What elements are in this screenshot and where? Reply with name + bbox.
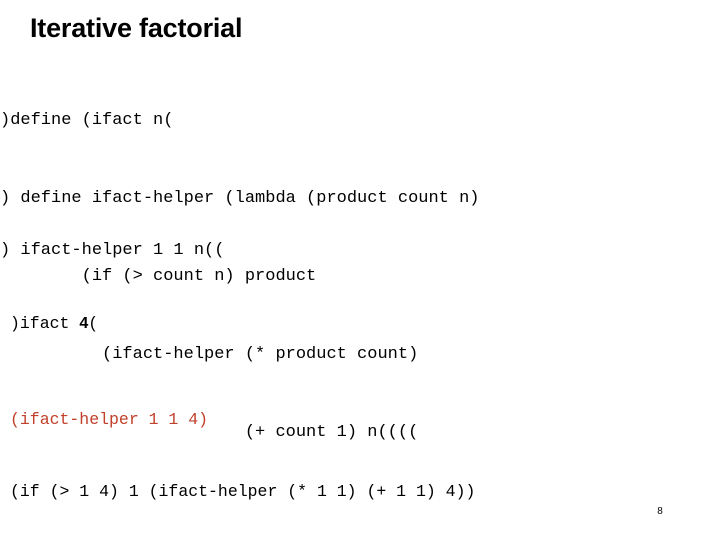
page-number: 8 bbox=[657, 506, 663, 517]
trace-line: (if (> 1 4) 1 (ifact-helper (* 1 1) (+ 1… bbox=[10, 482, 476, 501]
page-title: Iterative factorial bbox=[30, 13, 243, 43]
slide: Iterative factorial )define (ifact n( ) … bbox=[0, 0, 720, 540]
trace-header-number: 4 bbox=[79, 315, 89, 332]
trace-header-prefix: )ifact bbox=[10, 314, 80, 333]
code-line: )define (ifact n( bbox=[0, 111, 174, 130]
trace-header-suffix: ( bbox=[88, 314, 99, 333]
trace-line: (ifact-helper 1 1 4) bbox=[10, 410, 209, 429]
evaluation-trace: )ifact 4( (ifact-helper 1 1 4) (if (> 1 … bbox=[10, 240, 710, 540]
trace-header-line: )ifact 4( bbox=[10, 312, 710, 336]
